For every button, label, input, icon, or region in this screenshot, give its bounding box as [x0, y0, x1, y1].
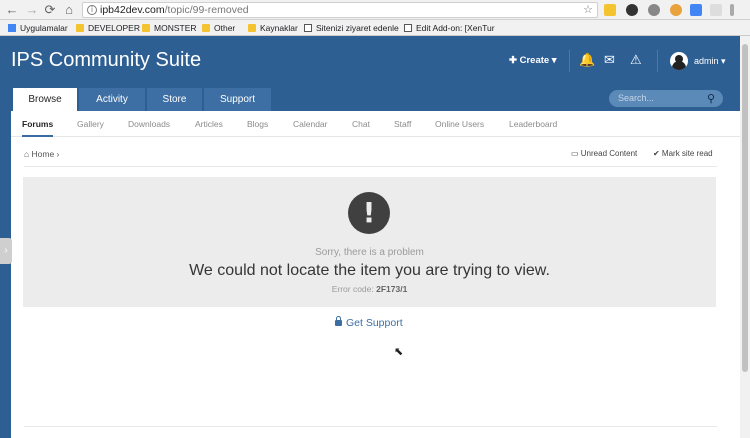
error-code-label: Error code: [331, 284, 374, 294]
forward-button[interactable]: → [24, 2, 40, 18]
bookmark-item[interactable]: Kaynaklar [248, 20, 298, 36]
home-button[interactable]: ⌂ [61, 2, 77, 18]
unread-content-link[interactable]: ▭ Unread Content [571, 149, 637, 158]
browser-toolbar: ← → ⟳ ⌂ i ipb42dev.com/topic/99-removed … [0, 0, 750, 20]
user-menu[interactable]: admin ▾ [694, 56, 726, 67]
bookmark-item[interactable]: DEVELOPER [76, 20, 140, 36]
folder-icon [76, 24, 84, 32]
bookmark-item[interactable]: Other [202, 20, 235, 36]
site-brand[interactable]: IPS Community Suite [11, 49, 201, 72]
subnav-gallery[interactable]: Gallery [77, 111, 104, 137]
search-icon[interactable]: ⚲ [707, 90, 715, 107]
get-support-label: Get Support [346, 317, 403, 329]
search-placeholder: Search... [618, 93, 655, 103]
folder-icon [248, 24, 256, 32]
address-path: /topic/99-removed [164, 4, 249, 16]
subnav-staff[interactable]: Staff [394, 111, 411, 137]
subnav-online-users[interactable]: Online Users [435, 111, 484, 137]
reports-warning-icon[interactable]: ⚠ [630, 53, 642, 68]
folder-icon [142, 24, 150, 32]
exclamation-icon: ! [348, 192, 390, 234]
tab-support[interactable]: Support [204, 88, 271, 111]
address-bar[interactable]: i ipb42dev.com/topic/99-removed ☆ [82, 2, 598, 18]
get-support-link[interactable]: Get Support [335, 316, 403, 329]
subnav-leaderboard[interactable]: Leaderboard [509, 111, 557, 137]
error-panel: ! Sorry, there is a problem We could not… [23, 177, 716, 307]
notifications-bell-icon[interactable]: 🔔 [579, 53, 595, 68]
create-button[interactable]: ✚ Create ▾ [509, 55, 557, 66]
site-header: IPS Community Suite ✚ Create ▾ 🔔 ✉ ⚠ adm… [0, 36, 740, 438]
user-avatar[interactable] [670, 52, 688, 70]
error-subtitle: Sorry, there is a problem [315, 247, 424, 258]
header-divider [657, 50, 658, 72]
breadcrumb-home[interactable]: ⌂ Home › [24, 149, 59, 159]
extension-icon[interactable] [648, 4, 660, 16]
info-icon[interactable]: i [87, 5, 97, 15]
translate-icon[interactable] [690, 4, 702, 16]
menu-icon[interactable] [730, 4, 734, 16]
subnav-articles[interactable]: Articles [195, 111, 223, 137]
messages-mail-icon[interactable]: ✉ [604, 53, 615, 68]
bookmarks-bar: Uygulamalar DEVELOPER MONSTER Other Kayn… [0, 20, 750, 36]
tab-activity[interactable]: Activity [79, 88, 145, 111]
bookmark-item[interactable]: Sitenizi ziyaret edenle [304, 20, 399, 36]
divider [24, 426, 717, 427]
page-icon [404, 24, 412, 32]
subnav-forums[interactable]: Forums [22, 111, 54, 137]
extension-icon[interactable] [626, 4, 638, 16]
error-code: 2F173/1 [376, 284, 408, 294]
secondary-nav: Forums Gallery Downloads Articles Blogs … [11, 111, 740, 137]
bookmark-item[interactable]: Edit Add-on: [XenTur [404, 20, 495, 36]
folder-icon [202, 24, 210, 32]
bookmark-star-icon[interactable]: ☆ [583, 3, 593, 17]
error-message: We could not locate the item you are try… [189, 262, 550, 279]
subnav-calendar[interactable]: Calendar [293, 111, 328, 137]
scrollbar-thumb[interactable] [742, 44, 748, 372]
error-code-line: Error code: 2F173/1 [23, 284, 716, 294]
lock-icon [335, 316, 342, 326]
extension-icon[interactable] [604, 4, 616, 16]
tab-browse[interactable]: Browse [13, 88, 77, 111]
reload-button[interactable]: ⟳ [42, 2, 58, 18]
subnav-blogs[interactable]: Blogs [247, 111, 268, 137]
subnav-downloads[interactable]: Downloads [128, 111, 170, 137]
search-input[interactable]: Search... ⚲ [609, 90, 723, 107]
page-icon [304, 24, 312, 32]
bookmark-item[interactable]: Uygulamalar [8, 20, 68, 36]
header-divider [569, 50, 570, 72]
sidebar-toggle-chevron-icon[interactable]: › [0, 238, 12, 264]
main-content: ⌂ Home › ▭ Unread Content ✔ Mark site re… [11, 137, 740, 438]
tab-store[interactable]: Store [147, 88, 202, 111]
bookmark-item[interactable]: MONSTER [142, 20, 197, 36]
divider [24, 166, 717, 167]
apps-icon [8, 24, 16, 32]
address-host: ipb42dev.com [100, 4, 165, 16]
back-button[interactable]: ← [4, 2, 20, 18]
extension-icon[interactable] [670, 4, 682, 16]
extension-icon[interactable] [710, 4, 722, 16]
mouse-cursor-icon: ⬉ [394, 345, 404, 358]
subnav-chat[interactable]: Chat [352, 111, 370, 137]
mark-site-read-link[interactable]: ✔ Mark site read [653, 149, 713, 158]
